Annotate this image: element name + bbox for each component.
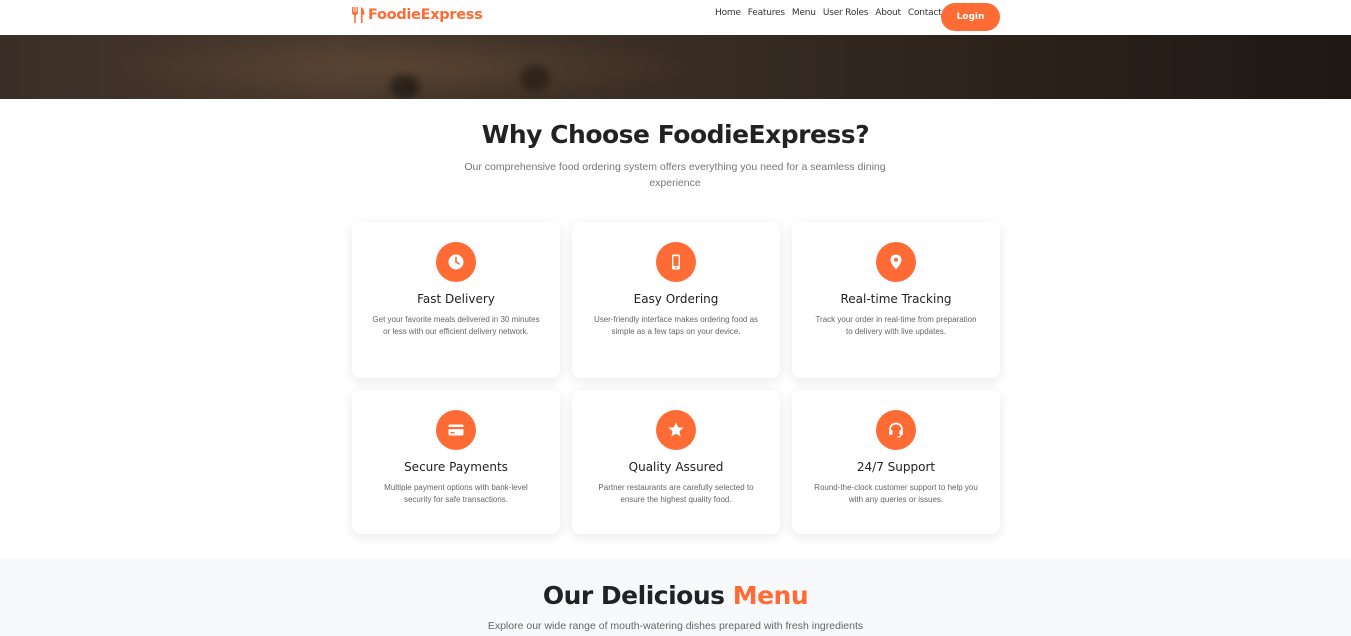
hero-image xyxy=(0,35,1351,99)
menu-title: Our Delicious Menu xyxy=(0,581,1351,610)
utensils-icon xyxy=(352,7,365,23)
brand-logo[interactable]: FoodieExpress xyxy=(351,7,483,23)
feature-card-support: 24/7 Support Round-the-clock customer su… xyxy=(792,390,1000,534)
feature-card-fast-delivery: Fast Delivery Get your favorite meals de… xyxy=(352,222,560,378)
card-description: Get your favorite meals delivered in 30 … xyxy=(372,315,540,336)
feature-card-real-time-tracking: Real-time Tracking Track your order in r… xyxy=(792,222,1000,378)
headset-icon xyxy=(889,422,903,438)
icon-badge xyxy=(876,410,916,450)
icon-badge xyxy=(656,410,696,450)
card-title: Secure Payments xyxy=(404,460,508,474)
menu-title-main: Our Delicious xyxy=(542,581,733,610)
menu-section: Our Delicious Menu Explore our wide rang… xyxy=(0,559,1351,636)
nav-link-menu[interactable]: Menu xyxy=(792,8,816,18)
card-title: Real-time Tracking xyxy=(840,292,952,306)
main-nav: Home Features Menu User Roles About Cont… xyxy=(715,8,949,18)
nav-link-contact[interactable]: Contact xyxy=(908,8,942,18)
site-header: FoodieExpress Home Features Menu User Ro… xyxy=(0,0,1351,35)
card-title: Fast Delivery xyxy=(417,292,495,306)
card-title: Easy Ordering xyxy=(633,292,719,306)
clock-icon xyxy=(448,254,464,270)
features-title: Why Choose FoodieExpress? xyxy=(481,120,870,149)
nav-link-features[interactable]: Features xyxy=(748,8,785,18)
hero-shadow xyxy=(520,65,550,91)
icon-badge xyxy=(436,242,476,282)
nav-link-about[interactable]: About xyxy=(875,8,901,18)
credit-card-icon xyxy=(448,424,464,436)
icon-badge xyxy=(656,242,696,282)
icon-badge xyxy=(876,242,916,282)
card-description: Multiple payment options with bank-level… xyxy=(384,483,528,504)
card-description: Partner restaurants are carefully select… xyxy=(598,483,754,504)
menu-subtitle: Explore our wide range of mouth-watering… xyxy=(487,620,864,632)
feature-card-easy-ordering: Easy Ordering User-friendly interface ma… xyxy=(572,222,780,378)
nav-link-user-roles[interactable]: User Roles xyxy=(823,8,869,18)
card-title: Quality Assured xyxy=(628,460,724,474)
feature-card-quality-assured: Quality Assured Partner restaurants are … xyxy=(572,390,780,534)
card-title: 24/7 Support xyxy=(856,460,936,474)
hero-shadow xyxy=(390,75,420,99)
card-description: Track your order in real-time from prepa… xyxy=(815,315,977,336)
feature-card-secure-payments: Secure Payments Multiple payment options… xyxy=(352,390,560,534)
login-button[interactable]: Login xyxy=(941,3,1000,31)
card-description: Round-the-clock customer support to help… xyxy=(814,483,978,504)
nav-link-home[interactable]: Home xyxy=(715,8,741,18)
card-description: User-friendly interface makes ordering f… xyxy=(593,315,759,336)
brand-name: FoodieExpress xyxy=(368,7,483,23)
icon-badge xyxy=(436,410,476,450)
features-subtitle: Our comprehensive food ordering system o… xyxy=(464,161,886,189)
map-pin-icon xyxy=(890,254,902,270)
mobile-icon xyxy=(672,254,680,270)
star-icon xyxy=(668,422,684,437)
menu-title-accent: Menu xyxy=(732,581,809,610)
